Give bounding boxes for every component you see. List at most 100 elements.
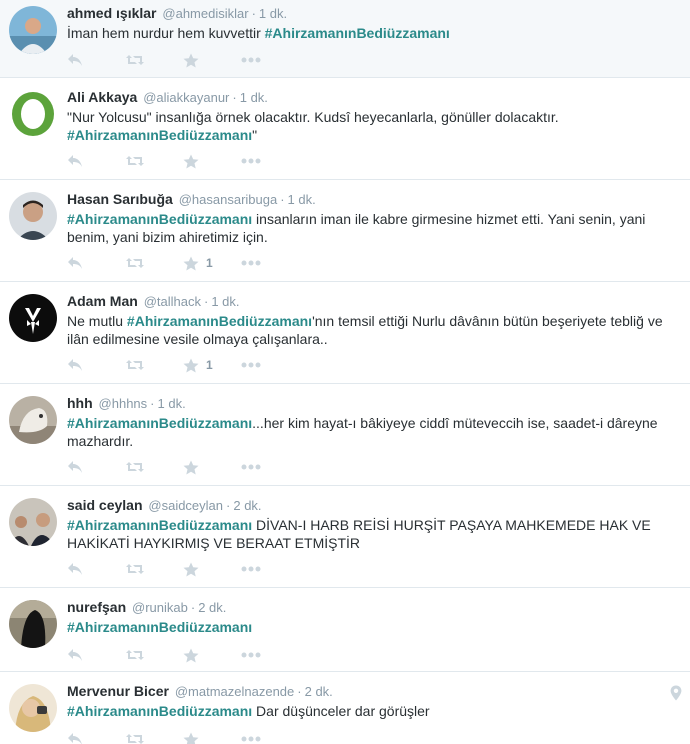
retweet-button[interactable] — [125, 256, 183, 270]
tweet-text: Ne mutlu #AhirzamanınBediüzzamanı'nın te… — [67, 312, 678, 348]
avatar[interactable] — [9, 192, 57, 240]
tweet-actions — [67, 458, 678, 476]
avatar[interactable] — [9, 6, 57, 54]
username-link[interactable]: @runikab — [132, 600, 188, 615]
tweet-header: ahmed ışıklar @ahmedisiklar · 1 dk. — [67, 4, 678, 23]
avatar[interactable] — [9, 396, 57, 444]
tweet-text: #AhirzamanınBediüzzamanı insanların iman… — [67, 210, 678, 246]
tweet[interactable]: Mervenur Bicer @matmazelnazende · 2 dk. #A… — [0, 672, 690, 744]
tweet-actions — [67, 646, 678, 664]
avatar[interactable] — [9, 498, 57, 546]
more-button[interactable] — [241, 158, 299, 164]
username-link[interactable]: @hasansaribuga — [179, 192, 277, 207]
favorite-count: 1 — [206, 256, 213, 270]
reply-button[interactable] — [67, 256, 125, 270]
tweet-text: #AhirzamanınBediüzzamanı...her kim hayat… — [67, 414, 678, 450]
reply-button[interactable] — [67, 154, 125, 168]
fullname-link[interactable]: ahmed ışıklar — [67, 5, 157, 21]
more-button[interactable] — [241, 464, 299, 470]
timestamp-link[interactable]: 2 dk. — [305, 684, 333, 699]
username-link[interactable]: @saidceylan — [148, 498, 223, 513]
reply-button[interactable] — [67, 648, 125, 662]
retweet-button[interactable] — [125, 154, 183, 168]
timestamp-link[interactable]: 1 dk. — [288, 192, 316, 207]
favorite-button[interactable]: 1 — [183, 358, 241, 373]
fullname-link[interactable]: hhh — [67, 395, 93, 411]
reply-button[interactable] — [67, 460, 125, 474]
favorite-button[interactable] — [183, 648, 241, 663]
retweet-button[interactable] — [125, 53, 183, 67]
timestamp-link[interactable]: 1 dk. — [259, 6, 287, 21]
hashtag-link[interactable]: #AhirzamanınBediüzzamanı — [67, 415, 252, 431]
tweet-header: Hasan Sarıbuğa @hasansaribuga · 1 dk. — [67, 190, 678, 209]
retweet-button[interactable] — [125, 562, 183, 576]
timestamp-link[interactable]: 1 dk. — [158, 396, 186, 411]
reply-button[interactable] — [67, 732, 125, 744]
separator-dot: · — [203, 294, 209, 309]
timestamp-link[interactable]: 2 dk. — [233, 498, 261, 513]
reply-button[interactable] — [67, 53, 125, 67]
tweet-text: #AhirzamanınBediüzzamanı Dar düşünceler … — [67, 702, 678, 720]
tweet[interactable]: said ceylan @saidceylan · 2 dk. #Ahirzaman… — [0, 486, 690, 588]
fullname-link[interactable]: nurefşan — [67, 599, 126, 615]
favorite-button[interactable]: 1 — [183, 256, 241, 271]
avatar[interactable] — [9, 90, 57, 138]
fullname-link[interactable]: Adam Man — [67, 293, 138, 309]
more-button[interactable] — [241, 652, 299, 658]
favorite-button[interactable] — [183, 460, 241, 475]
fullname-link[interactable]: Mervenur Bicer — [67, 683, 169, 699]
tweet-text-before: Ne mutlu — [67, 313, 127, 329]
hashtag-link[interactable]: #AhirzamanınBediüzzamanı — [67, 703, 252, 719]
username-link[interactable]: @tallhack — [144, 294, 201, 309]
username-link[interactable]: @aliakkayanur — [143, 90, 229, 105]
retweet-button[interactable] — [125, 358, 183, 372]
favorite-button[interactable] — [183, 53, 241, 68]
more-button[interactable] — [241, 736, 299, 742]
retweet-button[interactable] — [125, 732, 183, 744]
tweet-header: Ali Akkaya @aliakkayanur · 1 dk. — [67, 88, 678, 107]
username-link[interactable]: @hhhns — [99, 396, 148, 411]
favorite-button[interactable] — [183, 562, 241, 577]
reply-icon — [68, 563, 82, 575]
avatar[interactable] — [9, 600, 57, 648]
fullname-link[interactable]: Hasan Sarıbuğa — [67, 191, 173, 207]
hashtag-link[interactable]: #AhirzamanınBediüzzamanı — [67, 127, 252, 143]
timestamp-link[interactable]: 1 dk. — [211, 294, 239, 309]
reply-icon — [68, 359, 82, 371]
location-pin-icon[interactable] — [670, 685, 682, 704]
more-button[interactable] — [241, 57, 299, 63]
more-button[interactable] — [241, 260, 299, 266]
favorite-button[interactable] — [183, 154, 241, 169]
tweet[interactable]: hhh @hhhns · 1 dk. #AhirzamanınBediüzzaman… — [0, 384, 690, 486]
reply-icon — [68, 54, 82, 66]
tweet[interactable]: nurefşan @runikab · 2 dk. #AhirzamanınBedi… — [0, 588, 690, 672]
retweet-icon — [126, 564, 144, 574]
timestamp-link[interactable]: 1 dk. — [240, 90, 268, 105]
tweet-header: said ceylan @saidceylan · 2 dk. — [67, 496, 678, 515]
retweet-button[interactable] — [125, 648, 183, 662]
separator-dot: · — [226, 498, 231, 513]
more-button[interactable] — [241, 362, 299, 368]
username-link[interactable]: @matmazelnazende — [175, 684, 294, 699]
avatar[interactable] — [9, 684, 57, 732]
hashtag-link[interactable]: #AhirzamanınBediüzzamanı — [265, 25, 450, 41]
hashtag-link[interactable]: #AhirzamanınBediüzzamanı — [67, 619, 252, 635]
timestamp-link[interactable]: 2 dk. — [198, 600, 226, 615]
tweet[interactable]: Hasan Sarıbuğa @hasansaribuga · 1 dk. #Ahi… — [0, 180, 690, 282]
hashtag-link[interactable]: #AhirzamanınBediüzzamanı — [67, 517, 252, 533]
tweet[interactable]: Adam Man @tallhack · 1 dk. Ne mutlu #Ahirz… — [0, 282, 690, 384]
tweet[interactable]: ahmed ışıklar @ahmedisiklar · 1 dk. İman h… — [0, 0, 690, 78]
tweet-actions — [67, 560, 678, 578]
retweet-button[interactable] — [125, 460, 183, 474]
username-link[interactable]: @ahmedisiklar — [162, 6, 248, 21]
reply-button[interactable] — [67, 358, 125, 372]
hashtag-link[interactable]: #AhirzamanınBediüzzamanı — [67, 211, 252, 227]
avatar[interactable] — [9, 294, 57, 342]
fullname-link[interactable]: Ali Akkaya — [67, 89, 137, 105]
more-button[interactable] — [241, 566, 299, 572]
reply-button[interactable] — [67, 562, 125, 576]
favorite-button[interactable] — [183, 732, 241, 744]
tweet[interactable]: Ali Akkaya @aliakkayanur · 1 dk. "Nur Yolc… — [0, 78, 690, 180]
fullname-link[interactable]: said ceylan — [67, 497, 143, 513]
hashtag-link[interactable]: #AhirzamanınBediüzzamanı — [127, 313, 312, 329]
